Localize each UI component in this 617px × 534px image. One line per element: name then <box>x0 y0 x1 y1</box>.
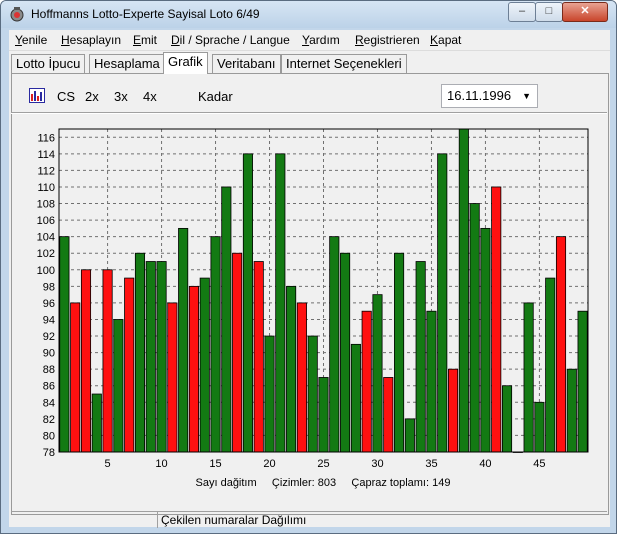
x-tick-label: 35 <box>425 458 437 470</box>
bar-number-26 <box>329 236 340 453</box>
bar-number-34 <box>415 261 426 453</box>
x-tick-label: 10 <box>155 458 167 470</box>
bar-number-8 <box>134 252 146 453</box>
y-tick-label: 104 <box>37 232 55 244</box>
y-tick-label: 100 <box>37 265 55 277</box>
y-tick-label: 84 <box>43 397 55 409</box>
y-tick-label: 80 <box>43 430 55 442</box>
bar-number-15 <box>210 236 221 453</box>
y-tick-label: 94 <box>43 314 55 326</box>
app-window: Hoffmanns Lotto-Experte Sayisal Loto 6/4… <box>0 0 617 534</box>
chart-info-label: Sayı dağitım Çizimler: 803 Çapraz toplam… <box>196 477 451 489</box>
x-tick-label: 25 <box>317 458 329 470</box>
bar-number-9 <box>145 261 156 453</box>
bar-number-17 <box>232 252 243 453</box>
status-text: Çekilen numaralar Dağılımı <box>161 513 307 527</box>
y-tick-label: 96 <box>43 298 55 310</box>
y-tick-label: 90 <box>43 348 55 360</box>
bar-number-27 <box>340 252 351 453</box>
bar-number-7 <box>124 277 135 453</box>
y-tick-label: 92 <box>43 331 55 343</box>
bar-number-40 <box>480 227 491 453</box>
bar-number-39 <box>469 203 480 453</box>
bar-number-45 <box>534 401 545 453</box>
bar-number-44 <box>523 302 534 453</box>
bar-number-23 <box>296 302 307 453</box>
bar-number-12 <box>178 227 189 453</box>
bar-number-22 <box>286 285 297 453</box>
y-tick-label: 108 <box>37 199 55 211</box>
y-tick-label: 106 <box>37 215 55 227</box>
bar-number-28 <box>350 343 361 453</box>
y-tick-label: 116 <box>37 132 55 144</box>
bar-number-32 <box>394 252 405 453</box>
x-tick-label: 15 <box>209 458 221 470</box>
tab-grafik[interactable]: Grafik <box>163 52 208 74</box>
bar-number-46 <box>545 277 556 453</box>
x-tick-label: 5 <box>105 458 111 470</box>
bar-number-2 <box>70 302 81 453</box>
x-tick-label: 20 <box>263 458 275 470</box>
y-tick-label: 112 <box>37 165 55 177</box>
bar-number-4 <box>91 393 102 453</box>
y-tick-label: 110 <box>37 182 55 194</box>
bar-number-49 <box>577 310 588 453</box>
bar-number-48 <box>566 368 577 453</box>
bar-number-20 <box>264 335 275 453</box>
bar-number-16 <box>221 186 232 453</box>
x-tick-label: 45 <box>533 458 545 470</box>
y-tick-label: 88 <box>43 364 55 376</box>
bar-number-47 <box>555 236 567 453</box>
y-tick-label: 114 <box>37 149 55 161</box>
bar-number-3 <box>80 269 92 453</box>
x-tick-label: 40 <box>479 458 491 470</box>
status-bar: Çekilen numaralar Dağılımı <box>11 511 607 528</box>
bar-number-14 <box>199 277 210 453</box>
bar-number-31 <box>383 377 394 453</box>
bar-number-13 <box>188 285 199 453</box>
bar-number-36 <box>437 153 448 453</box>
bar-number-38 <box>458 128 469 453</box>
x-tick-label: 30 <box>371 458 383 470</box>
bar-number-19 <box>253 261 264 453</box>
bar-number-11 <box>167 302 178 453</box>
bar-number-1 <box>59 236 70 453</box>
bar-number-21 <box>275 153 286 453</box>
number-distribution-chart: 78 80 82 84 86 88 90 92 94 96 98 100 102 104 106 108 110… <box>37 128 589 489</box>
bar-number-33 <box>404 418 415 453</box>
y-tick-label: 78 <box>43 447 55 459</box>
bar-number-18 <box>242 153 253 453</box>
bar-number-37 <box>448 368 459 453</box>
bar-number-25 <box>318 377 329 453</box>
bar-number-30 <box>372 294 383 453</box>
bar-number-29 <box>361 310 372 453</box>
bar-number-24 <box>307 335 318 453</box>
bar-number-41 <box>491 186 502 453</box>
bar-number-5 <box>102 269 113 453</box>
y-tick-label: 86 <box>43 381 55 393</box>
bar-number-10 <box>156 261 167 453</box>
y-tick-label: 98 <box>43 281 55 293</box>
bar-number-42 <box>501 385 513 453</box>
y-tick-label: 102 <box>37 248 55 260</box>
y-tick-label: 82 <box>43 414 55 426</box>
bar-number-35 <box>426 310 437 453</box>
status-divider <box>157 512 158 528</box>
bar-number-6 <box>113 319 124 453</box>
